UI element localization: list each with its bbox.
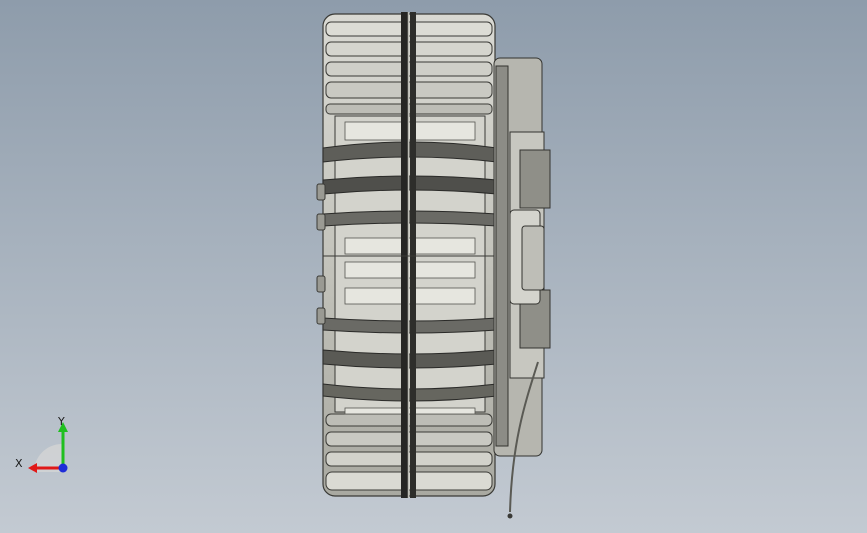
cad-model[interactable] <box>0 0 867 533</box>
z-axis-icon <box>58 463 68 473</box>
main-housing <box>316 12 498 498</box>
hub-flange <box>493 57 551 457</box>
x-axis-label: X <box>15 457 23 470</box>
y-axis-label: Y <box>57 415 65 428</box>
x-arrow-icon <box>28 463 37 473</box>
orientation-triad-icon: Y X <box>15 415 68 473</box>
graphics-viewport[interactable]: Y X <box>0 0 867 533</box>
